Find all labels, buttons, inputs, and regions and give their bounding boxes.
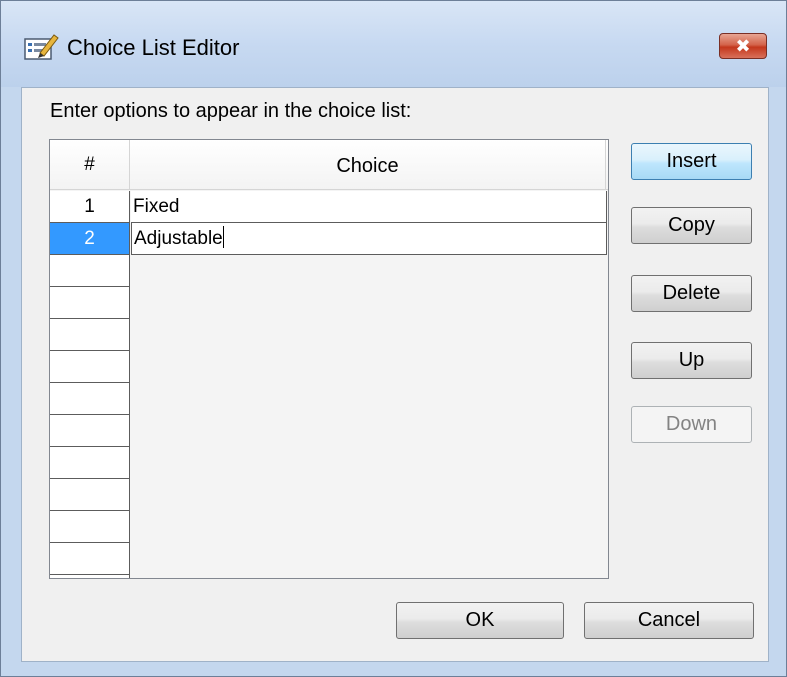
delete-button[interactable]: Delete bbox=[631, 275, 752, 312]
row-number-empty[interactable] bbox=[50, 447, 129, 479]
choice-cell-1[interactable]: Fixed bbox=[131, 191, 607, 223]
row-number-empty[interactable] bbox=[50, 351, 129, 383]
choice-cell-2-text: Adjustable bbox=[134, 228, 223, 249]
dialog-body: Enter options to appear in the choice li… bbox=[21, 87, 769, 662]
ok-button[interactable]: OK bbox=[396, 602, 564, 639]
row-number-empty[interactable] bbox=[50, 287, 129, 319]
close-icon: ✖ bbox=[735, 36, 751, 56]
header-choice[interactable]: Choice bbox=[130, 140, 606, 190]
insert-button[interactable]: Insert bbox=[631, 143, 752, 180]
copy-button[interactable]: Copy bbox=[631, 207, 752, 244]
down-button[interactable]: Down bbox=[631, 406, 752, 443]
cancel-button[interactable]: Cancel bbox=[584, 602, 754, 639]
row-number-empty[interactable] bbox=[50, 319, 129, 351]
choice-grid[interactable]: # Choice 1 2 Fixed Adjustable bbox=[49, 139, 609, 579]
up-button[interactable]: Up bbox=[631, 342, 752, 379]
row-number-empty[interactable] bbox=[50, 543, 129, 575]
header-number[interactable]: # bbox=[50, 140, 130, 190]
grid-header: # Choice bbox=[50, 140, 608, 190]
row-number-2[interactable]: 2 bbox=[50, 223, 129, 255]
instruction-label: Enter options to appear in the choice li… bbox=[50, 100, 412, 122]
text-caret bbox=[222, 226, 224, 248]
row-number-column: 1 2 bbox=[50, 191, 130, 578]
window-title: Choice List Editor bbox=[67, 35, 240, 60]
title-bar[interactable]: Choice List Editor ✖ bbox=[1, 1, 786, 87]
choice-list-editor-window: Choice List Editor ✖ Enter options to ap… bbox=[0, 0, 787, 677]
row-number-empty[interactable] bbox=[50, 255, 129, 287]
row-number-empty[interactable] bbox=[50, 415, 129, 447]
choice-list-editor-icon bbox=[24, 34, 59, 60]
row-number-empty[interactable] bbox=[50, 511, 129, 543]
row-number-empty[interactable] bbox=[50, 383, 129, 415]
close-button[interactable]: ✖ bbox=[719, 33, 767, 59]
row-number-empty[interactable] bbox=[50, 479, 129, 511]
row-number-1[interactable]: 1 bbox=[50, 191, 129, 223]
choice-cell-2-editor[interactable]: Adjustable bbox=[131, 222, 607, 255]
